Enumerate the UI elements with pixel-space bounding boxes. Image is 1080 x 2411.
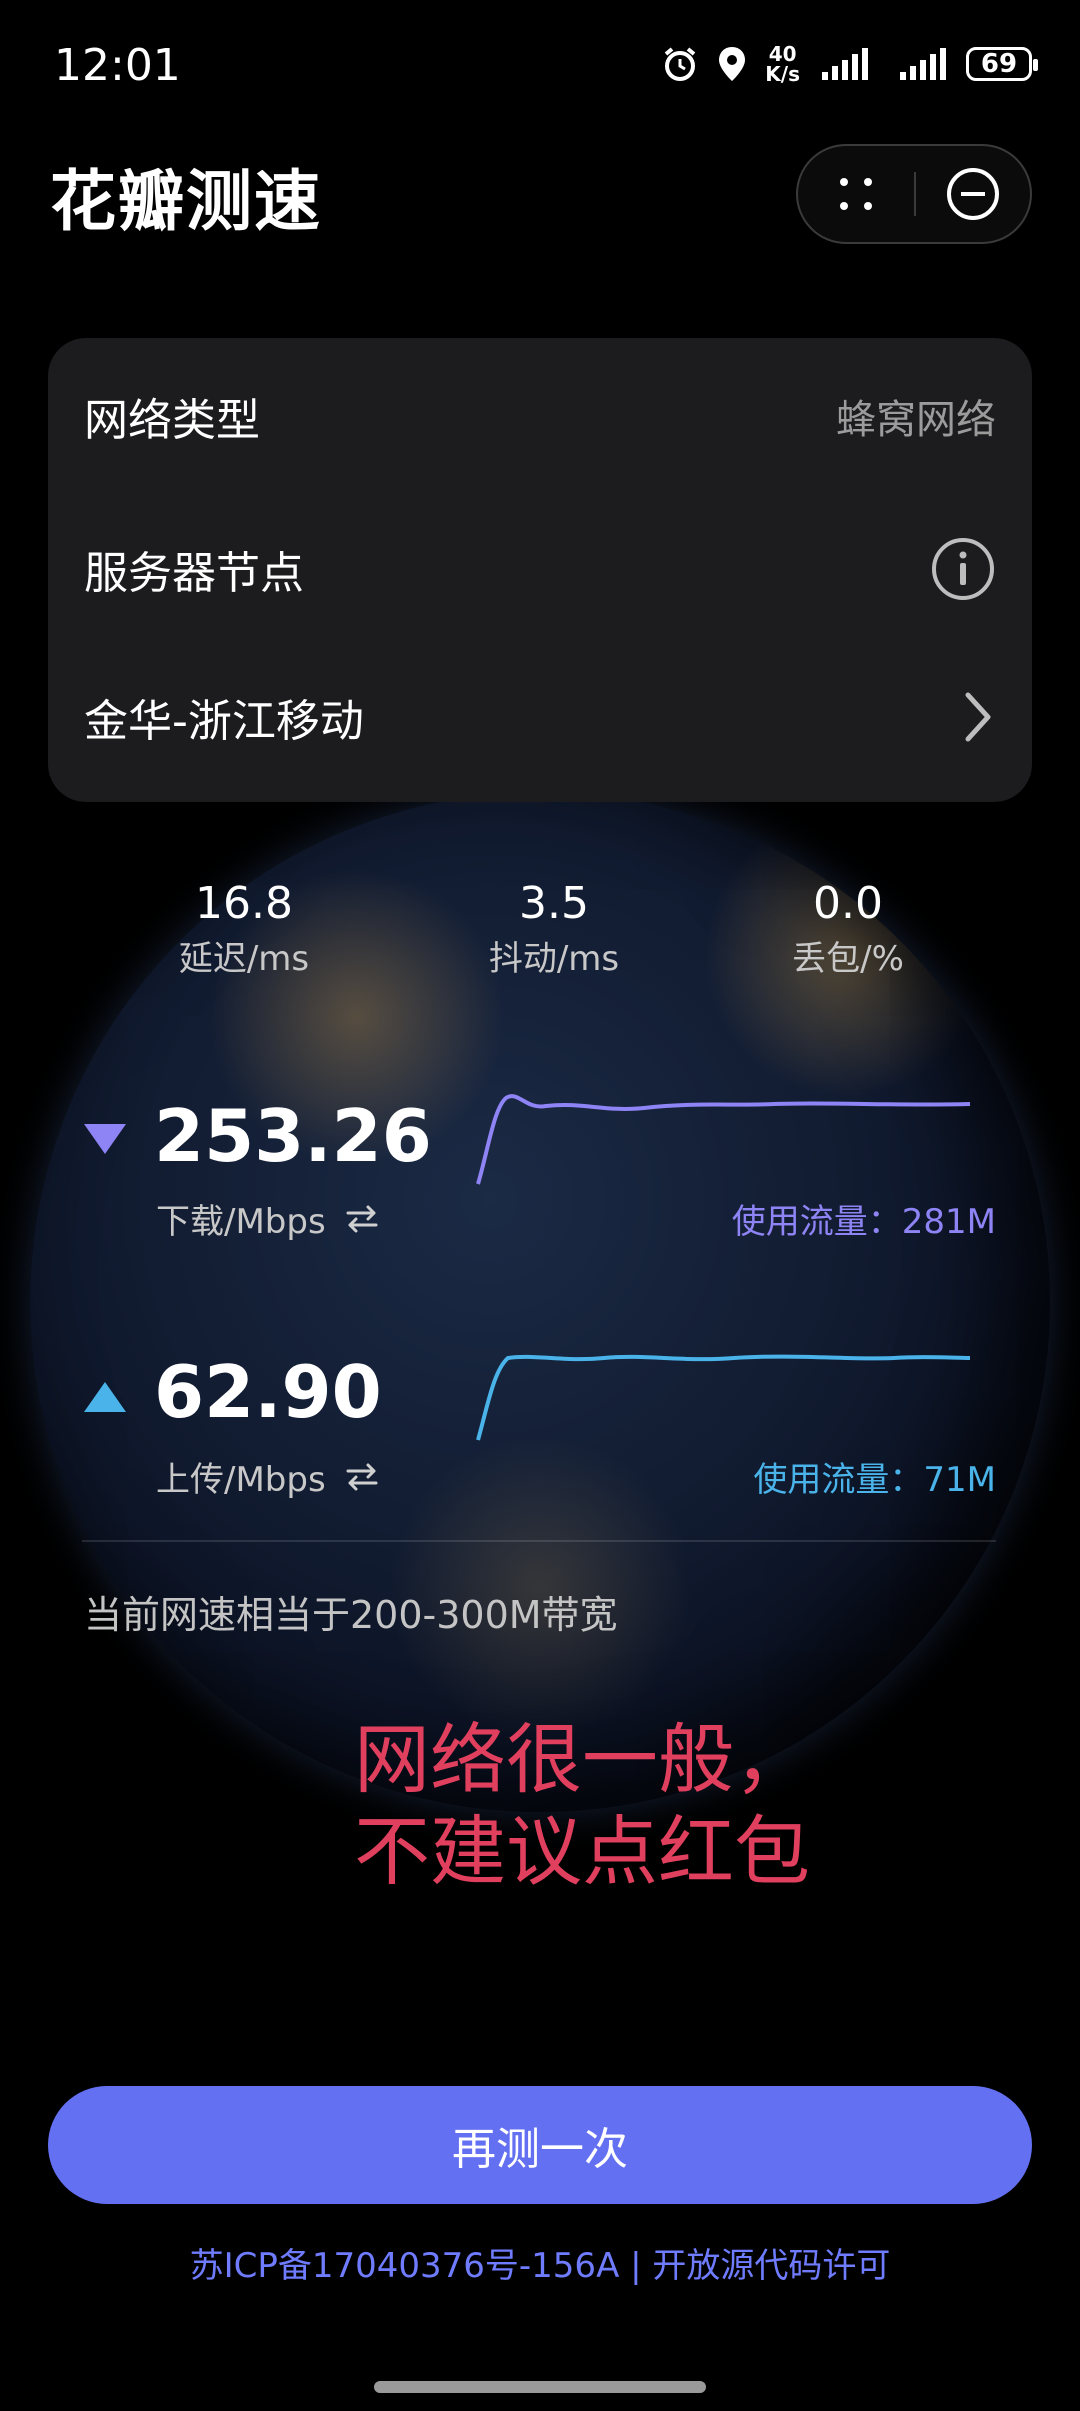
more-dots-icon bbox=[840, 178, 872, 210]
server-node-row: 服务器节点 bbox=[84, 534, 996, 604]
download-speed-line bbox=[476, 1094, 971, 1185]
packet-loss-metric: 0.0 丢包/% bbox=[728, 878, 968, 980]
server-name: 金华-浙江移动 bbox=[84, 696, 364, 747]
chevron-right-icon bbox=[965, 692, 991, 742]
network-type-row: 网络类型 蜂窝网络 bbox=[84, 386, 996, 446]
close-button[interactable] bbox=[916, 146, 1030, 242]
warning-overlay-text: 网络很一般， 不建议点红包 bbox=[354, 1714, 810, 1898]
download-label: 下载/Mbps bbox=[156, 1202, 326, 1242]
more-button[interactable] bbox=[798, 146, 914, 242]
status-time: 12:01 bbox=[54, 40, 181, 91]
upload-speed-line bbox=[476, 1354, 971, 1441]
icp-license-link[interactable]: 苏ICP备17040376号-156A | 开放源代码许可 bbox=[0, 2238, 1080, 2287]
upload-speed-value: 62.90 bbox=[154, 1350, 382, 1434]
status-icons: 40 K/s 69 bbox=[661, 42, 1038, 86]
page-title: 花瓣测速 bbox=[50, 163, 322, 240]
divider bbox=[82, 1540, 996, 1542]
location-icon bbox=[719, 47, 746, 81]
swap-icon[interactable] bbox=[344, 1461, 380, 1493]
jitter-value: 3.5 bbox=[519, 878, 589, 929]
upload-label-row: 上传/Mbps bbox=[156, 1452, 380, 1501]
retest-button[interactable]: 再测一次 bbox=[48, 2086, 1032, 2204]
battery-icon: 69 bbox=[966, 47, 1038, 81]
download-arrow-icon bbox=[84, 1124, 126, 1154]
latency-label: 延迟/ms bbox=[178, 939, 310, 979]
info-icon[interactable] bbox=[930, 536, 996, 602]
packet-loss-value: 0.0 bbox=[813, 878, 883, 929]
close-circle-icon bbox=[946, 168, 999, 220]
net-speed: 40 K/s bbox=[765, 42, 800, 86]
latency-metric: 16.8 延迟/ms bbox=[124, 878, 364, 980]
home-indicator[interactable] bbox=[374, 2381, 706, 2393]
upload-traffic: 使用流量：71M bbox=[753, 1460, 996, 1500]
network-type-value: 蜂窝网络 bbox=[836, 397, 996, 443]
packet-loss-label: 丢包/% bbox=[792, 939, 904, 979]
swap-icon[interactable] bbox=[344, 1203, 380, 1235]
alarm-icon bbox=[665, 47, 696, 81]
download-speed-value: 253.26 bbox=[154, 1094, 432, 1178]
warning-line-1: 网络很一般， bbox=[354, 1715, 810, 1804]
upload-arrow-icon bbox=[84, 1382, 126, 1412]
signal-icon bbox=[900, 48, 946, 80]
download-label-row: 下载/Mbps bbox=[156, 1194, 380, 1243]
upload-speed-graph bbox=[476, 1354, 971, 1441]
latency-value: 16.8 bbox=[195, 878, 293, 929]
jitter-metric: 3.5 抖动/ms bbox=[434, 878, 674, 980]
signal-icon bbox=[822, 48, 868, 80]
download-traffic: 使用流量：281M bbox=[731, 1202, 996, 1242]
upload-label: 上传/Mbps bbox=[156, 1460, 326, 1500]
bandwidth-note: 当前网速相当于200-300M带宽 bbox=[84, 1593, 618, 1637]
mini-program-capsule bbox=[796, 144, 1032, 244]
download-speed-graph bbox=[476, 1094, 971, 1185]
server-select-row[interactable]: 金华-浙江移动 bbox=[84, 682, 996, 752]
network-info-card: 网络类型 蜂窝网络 服务器节点 金华-浙江移动 bbox=[48, 338, 1032, 802]
network-type-label: 网络类型 bbox=[84, 395, 260, 446]
warning-line-2: 不建议点红包 bbox=[354, 1807, 810, 1896]
jitter-label: 抖动/ms bbox=[488, 939, 620, 979]
server-node-label: 服务器节点 bbox=[84, 548, 304, 599]
